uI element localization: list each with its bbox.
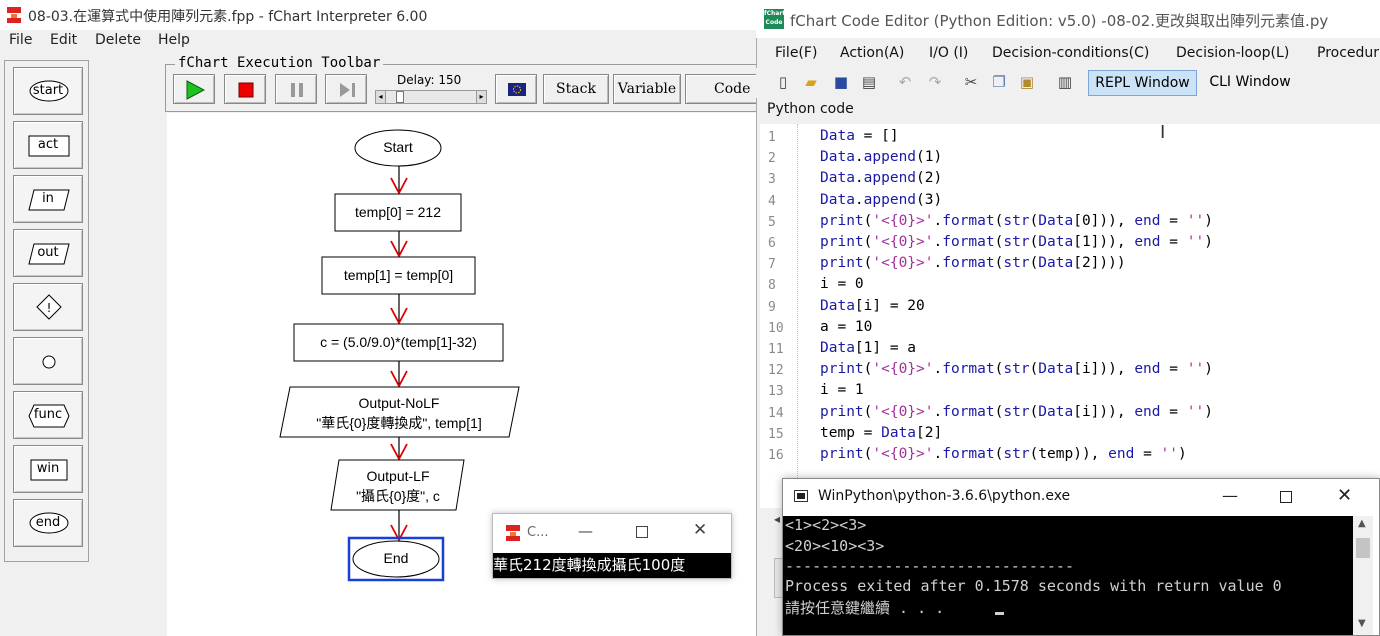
line-number: 10 bbox=[768, 320, 784, 336]
code-line[interactable]: print('<{0}>'.format(str(Data[i])), end … bbox=[820, 404, 1213, 420]
line-number: 9 bbox=[768, 299, 776, 315]
code-editor-app-icon: fChart Code bbox=[764, 9, 785, 29]
python-console-scrollbar[interactable]: ▲ ▼ bbox=[1353, 516, 1373, 635]
python-code-label: Python code bbox=[767, 101, 854, 117]
code-line[interactable]: print('<{0}>'.format(str(Data[1])), end … bbox=[820, 234, 1213, 250]
console-close-button[interactable]: ✕ bbox=[693, 520, 707, 540]
assign-node-2[interactable]: temp[1] = temp[0] bbox=[322, 267, 475, 283]
line-number: 15 bbox=[768, 426, 784, 442]
console-line: <1><2><3> bbox=[785, 516, 867, 534]
console-line: 請按任意鍵繼續 . . . bbox=[785, 599, 954, 617]
python-console-close-button[interactable]: ✕ bbox=[1337, 485, 1352, 506]
assign-node-3[interactable]: c = (5.0/9.0)*(temp[1]-32) bbox=[294, 334, 503, 350]
console-output: 華氏212度轉換成攝氏100度 bbox=[493, 553, 731, 578]
output-lf-node-type[interactable]: Output-LF bbox=[335, 468, 461, 484]
code-line[interactable]: Data[i] = 20 bbox=[820, 298, 925, 314]
line-number: 2 bbox=[768, 151, 776, 167]
text-cursor-icon: I bbox=[1160, 122, 1166, 143]
code-line[interactable]: print('<{0}>'.format(str(Data[i])), end … bbox=[820, 361, 1213, 377]
console-minimize-button[interactable]: — bbox=[578, 522, 593, 540]
line-number: 16 bbox=[768, 448, 784, 463]
code-editor-title: fChart Code Editor (Python Edition: v5.0… bbox=[790, 12, 1329, 30]
start-node[interactable]: Start bbox=[355, 139, 441, 155]
console-icon bbox=[794, 490, 808, 502]
cli-window-button[interactable]: CLI Window bbox=[1203, 70, 1297, 96]
line-number: 6 bbox=[768, 236, 776, 251]
undo-icon[interactable]: ↶ bbox=[896, 73, 914, 91]
new-file-icon[interactable]: ▯ bbox=[774, 73, 792, 91]
menu-decision-loop[interactable]: Decision-loop(L) bbox=[1176, 45, 1289, 61]
code-line[interactable]: a = 10 bbox=[820, 319, 872, 335]
menu-io[interactable]: I/O (I) bbox=[929, 45, 968, 61]
copy-icon[interactable]: ❐ bbox=[990, 73, 1008, 91]
console-line: Process exited after 0.1578 seconds with… bbox=[785, 577, 1282, 595]
python-console-title: WinPython\python-3.6.6\python.exe bbox=[818, 488, 1071, 504]
line-number: 1 bbox=[768, 130, 776, 145]
menu-procedure[interactable]: Procedur bbox=[1317, 45, 1379, 61]
code-line[interactable]: Data.append(1) bbox=[820, 149, 942, 165]
save-icon[interactable]: ■ bbox=[832, 73, 850, 91]
code-line[interactable]: i = 0 bbox=[820, 276, 864, 292]
line-number: 7 bbox=[768, 257, 776, 273]
line-number: 14 bbox=[768, 405, 784, 421]
python-console-minimize-button[interactable]: — bbox=[1222, 486, 1238, 505]
console-app-icon bbox=[506, 525, 520, 541]
editor-lower-panel: ◂ bbox=[760, 508, 784, 636]
line-number: 5 bbox=[768, 214, 776, 230]
line-number: 8 bbox=[768, 278, 776, 294]
console-maximize-button[interactable] bbox=[636, 526, 648, 538]
print-icon[interactable]: ▤ bbox=[860, 73, 878, 91]
menu-file[interactable]: File(F) bbox=[775, 45, 817, 61]
code-line[interactable]: temp = Data[2] bbox=[820, 425, 942, 441]
output-lf-node-args[interactable]: "攝氏{0}度", c bbox=[335, 486, 461, 506]
code-line[interactable]: Data.append(2) bbox=[820, 170, 942, 186]
code-line[interactable]: Data = [] bbox=[820, 128, 899, 144]
code-line[interactable]: i = 1 bbox=[820, 382, 864, 398]
menu-decision-conditions[interactable]: Decision-conditions(C) bbox=[992, 45, 1149, 61]
code-line[interactable]: print('<{0}>'.format(str(temp)), end = '… bbox=[820, 446, 1187, 462]
code-line[interactable]: print('<{0}>'.format(str(Data[0])), end … bbox=[820, 213, 1213, 229]
console-title: C... bbox=[527, 525, 549, 540]
repl-window-button[interactable]: REPL Window bbox=[1088, 70, 1197, 96]
code-line[interactable]: print('<{0}>'.format(str(Data[2]))) bbox=[820, 255, 1126, 271]
console-cursor bbox=[995, 612, 1004, 615]
open-folder-icon[interactable]: ▰ bbox=[802, 73, 820, 91]
paste-icon[interactable]: ▣ bbox=[1018, 73, 1036, 91]
page-setup-icon[interactable]: ▥ bbox=[1056, 73, 1074, 91]
line-number: 12 bbox=[768, 363, 784, 379]
console-line: <20><10><3> bbox=[785, 537, 885, 555]
output-nolf-node-type[interactable]: Output-NoLF bbox=[285, 395, 513, 411]
line-number: 4 bbox=[768, 193, 776, 209]
menu-action[interactable]: Action(A) bbox=[840, 45, 904, 61]
python-console-maximize-button[interactable] bbox=[1280, 491, 1292, 503]
redo-icon[interactable]: ↷ bbox=[926, 73, 944, 91]
end-node[interactable]: End bbox=[353, 550, 439, 566]
output-nolf-node-args[interactable]: "華氏{0}度轉換成", temp[1] bbox=[285, 413, 513, 433]
cut-icon[interactable]: ✂ bbox=[962, 73, 980, 91]
console-line: -------------------------------- bbox=[785, 557, 1074, 575]
line-number: 3 bbox=[768, 172, 776, 188]
assign-node-1[interactable]: temp[0] = 212 bbox=[335, 204, 461, 220]
line-number: 11 bbox=[768, 342, 784, 357]
code-line[interactable]: Data[1] = a bbox=[820, 340, 916, 356]
code-line[interactable]: Data.append(3) bbox=[820, 192, 942, 208]
output-console-window: C... — ✕ 華氏212度轉換成攝氏100度 bbox=[492, 513, 732, 579]
line-number: 13 bbox=[768, 384, 784, 400]
